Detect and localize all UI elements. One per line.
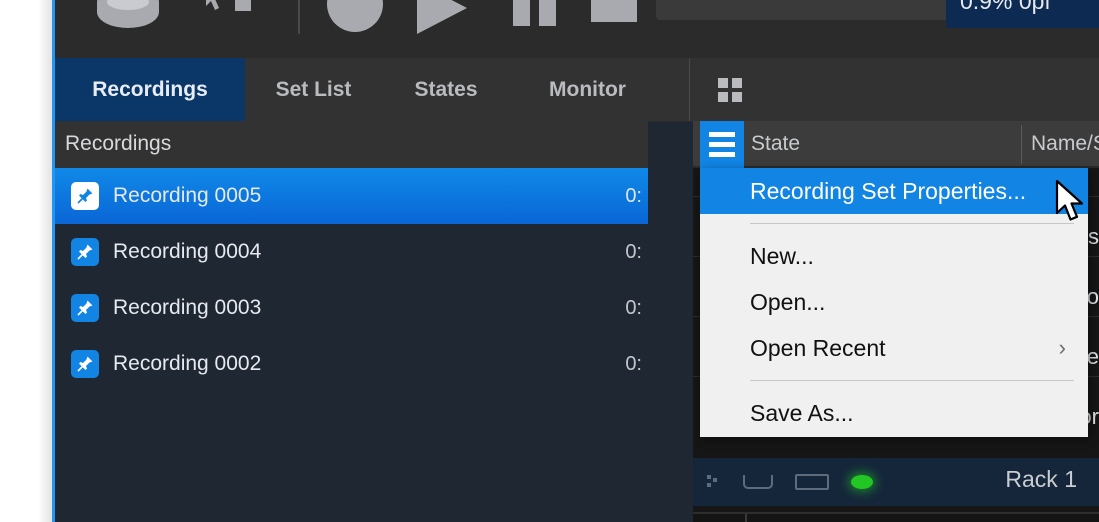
play-icon[interactable] [417, 0, 467, 34]
list-item-time: 0: [625, 296, 642, 319]
menu-item-new[interactable]: New... [700, 233, 1088, 279]
drag-handle-icon[interactable] [693, 514, 747, 522]
list-item-name: Recording 0003 [113, 296, 262, 319]
pin-icon [71, 350, 99, 378]
hamburger-menu-button[interactable] [700, 121, 744, 168]
menu-item-label: Open Recent [750, 334, 886, 361]
hamburger-icon-line [709, 152, 735, 157]
chevron-right-icon: › [1058, 335, 1066, 360]
lock-icon[interactable] [231, 0, 255, 14]
list-item[interactable]: Recording 0004 0: [55, 224, 648, 280]
menu-item-label: New... [750, 242, 814, 269]
routing-panel-header: State Name/Sou [693, 121, 1099, 168]
stop-icon[interactable] [591, 0, 637, 22]
menu-separator [750, 223, 1074, 224]
tab-recordings[interactable]: Recordings [55, 58, 245, 121]
keyboard-icon [795, 474, 829, 490]
dots-icon [707, 475, 721, 489]
hamburger-icon-line [709, 142, 735, 147]
hamburger-icon-line [709, 132, 735, 137]
recordings-list[interactable]: Recording 0005 0: Recording 0004 0: Reco… [55, 168, 648, 522]
list-item[interactable]: Recording 0002 0: [55, 336, 648, 392]
application-window: Metronome 0.9% 0pf Recordings Set List S… [52, 0, 1099, 522]
rack-row[interactable]: Rack 1 [693, 458, 1099, 506]
panel-icon [743, 475, 773, 489]
tab-monitor-label: Monitor [549, 77, 626, 101]
screen: Metronome 0.9% 0pf Recordings Set List S… [0, 0, 1099, 522]
metronome-display[interactable]: Metronome [656, 0, 978, 20]
tab-recordings-label: Recordings [92, 77, 208, 101]
menu-item-label: Open... [750, 288, 826, 315]
list-item[interactable]: Recording 0003 0: [55, 280, 648, 336]
rack-label: Rack 1 [1005, 466, 1077, 492]
tab-set-list[interactable]: Set List [245, 58, 382, 121]
status-led [851, 475, 873, 489]
performance-label: 0.9% 0pf [960, 0, 1051, 14]
top-toolbar: Metronome 0.9% 0pf [55, 0, 1099, 59]
list-item-time: 0: [625, 240, 642, 263]
cymbal-icon[interactable] [97, 0, 159, 28]
pin-icon [71, 182, 99, 210]
list-item[interactable]: Recording 0005 0: [55, 168, 648, 224]
output-row[interactable]: ✓ Stereo Out [693, 512, 1099, 522]
list-item-time: 0: [625, 184, 642, 207]
tab-bar: Recordings Set List States Monitor [55, 58, 1099, 122]
pin-icon [71, 238, 99, 266]
performance-meter[interactable]: 0.9% 0pf [946, 0, 1099, 28]
tab-states-label: States [414, 77, 478, 101]
context-menu: Recording Set Properties... New... Open.… [700, 168, 1088, 437]
menu-item-label: Save As... [750, 399, 854, 426]
record-icon[interactable] [327, 0, 383, 32]
recordings-header-title: Recordings [65, 132, 172, 155]
rack-icon-group [707, 474, 873, 490]
list-item-name: Recording 0005 [113, 184, 262, 207]
grid-icon [718, 77, 742, 102]
menu-item-open-recent[interactable]: Open Recent › [700, 325, 1088, 371]
tab-monitor[interactable]: Monitor [510, 58, 665, 121]
tab-set-list-label: Set List [275, 77, 352, 101]
column-header-state: State [751, 132, 801, 155]
list-item-name: Recording 0002 [113, 352, 262, 375]
menu-item-label: Recording Set Properties... [750, 177, 1027, 204]
column-divider[interactable] [1021, 125, 1022, 164]
cursor-icon[interactable] [203, 0, 225, 14]
menu-item-open[interactable]: Open... [700, 279, 1088, 325]
menu-item-recording-set-properties[interactable]: Recording Set Properties... [700, 168, 1088, 214]
recordings-panel: Recordings Recording 0005 0: Recording 0… [55, 121, 648, 522]
page-gutter [0, 0, 52, 522]
pin-icon [71, 294, 99, 322]
list-item-name: Recording 0004 [113, 240, 262, 263]
pause-icon[interactable] [513, 0, 559, 26]
metronome-label: Metronome [668, 0, 778, 5]
tab-states[interactable]: States [382, 58, 510, 121]
window-shadow [38, 0, 52, 522]
grid-view-button[interactable] [689, 58, 770, 121]
toolbar-divider [298, 0, 300, 34]
menu-separator [750, 380, 1074, 381]
column-header-name-source: Name/Sou [1031, 132, 1099, 155]
list-item-time: 0: [625, 352, 642, 375]
menu-item-save-as[interactable]: Save As... [700, 390, 1088, 436]
recordings-list-header: Recordings [55, 121, 648, 168]
